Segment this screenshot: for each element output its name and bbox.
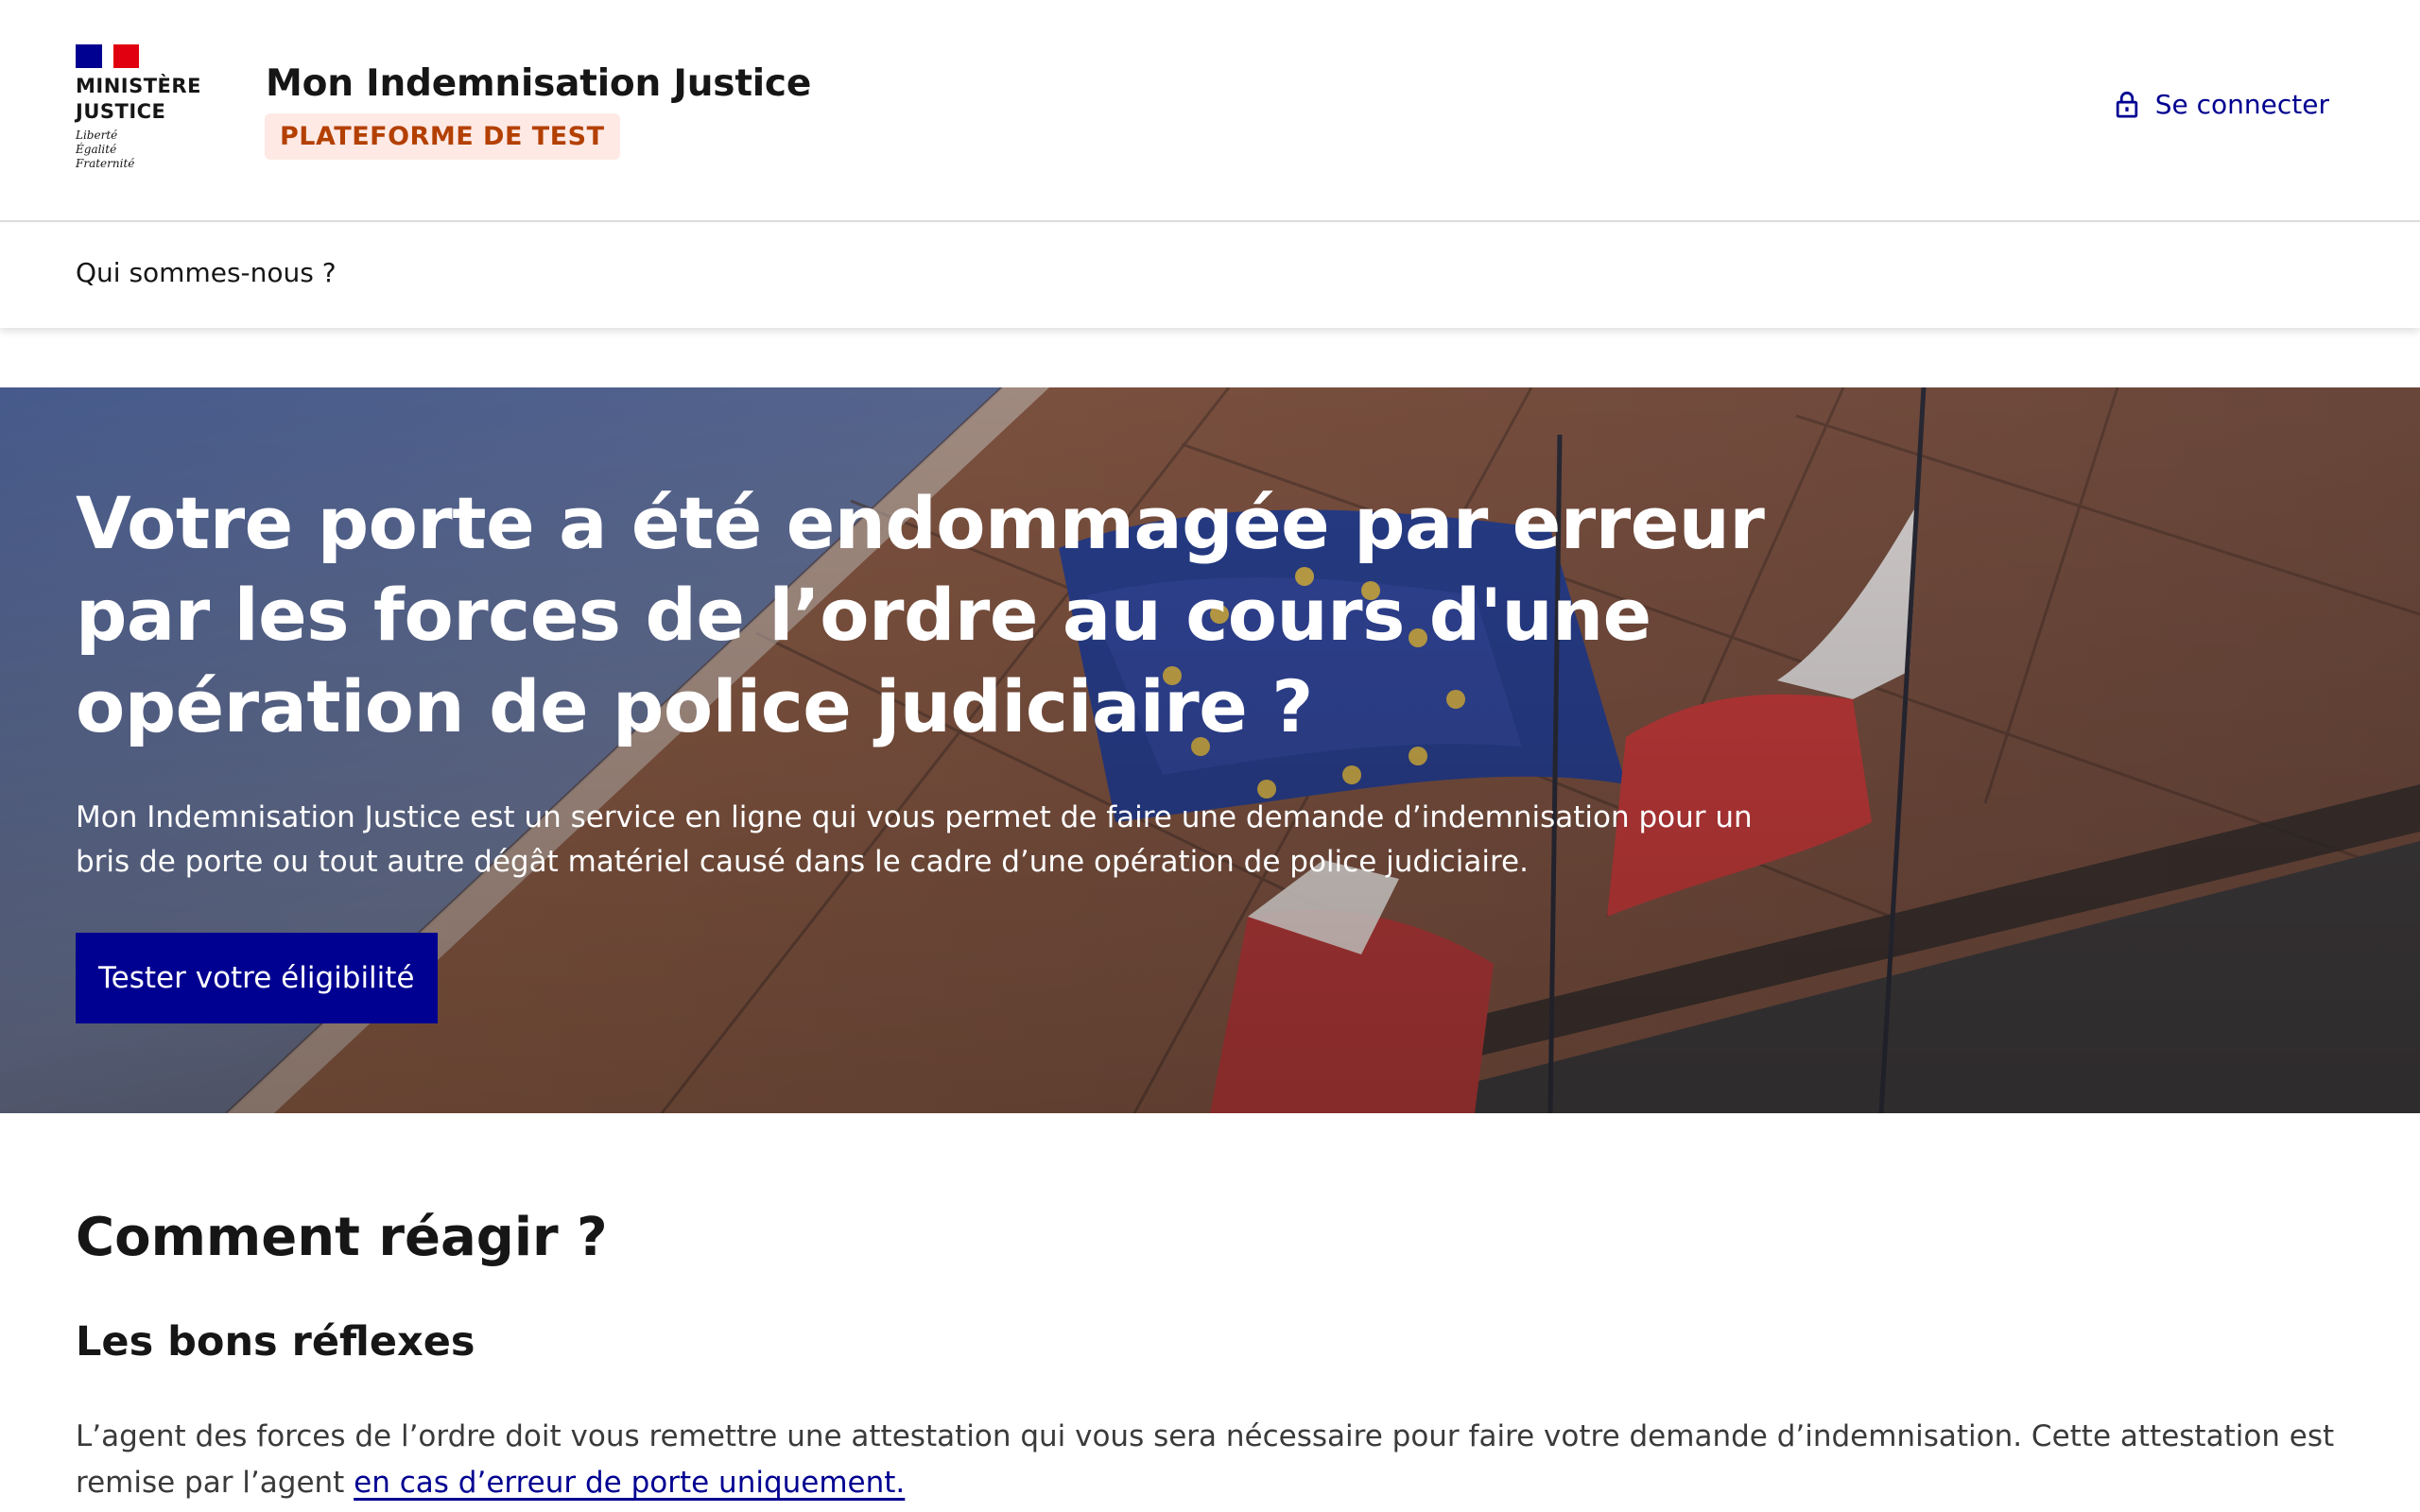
login-link[interactable]: Se connecter <box>2114 89 2329 120</box>
marianne-flag-icon <box>76 44 139 68</box>
nav-item-qui-sommes-nous[interactable]: Qui sommes-nous ? <box>76 254 337 292</box>
motto-fraternite: Fraternité <box>76 157 135 170</box>
ministry-logo[interactable]: MINISTÈRE JUSTICE Liberté Égalité Frater… <box>76 44 217 181</box>
reflexes-paragraph: L’agent des forces de l’ordre doit vous … <box>76 1414 2363 1506</box>
logo-motto: Liberté Égalité Fraternité <box>76 129 134 171</box>
service-title[interactable]: Mon Indemnisation Justice <box>266 62 811 105</box>
hero-banner: Votre porte a été endommagée par erreur … <box>0 387 2420 1113</box>
logo-line-1: MINISTÈRE <box>76 75 201 97</box>
hero-description: Mon Indemnisation Justice est un service… <box>76 800 1753 879</box>
hero-title: Votre porte a été endommagée par erreur … <box>76 481 1765 748</box>
logo-line-2: JUSTICE <box>76 100 166 123</box>
subsection-title-bons-reflexes: Les bons réflexes <box>76 1318 475 1366</box>
login-label: Se connecter <box>2154 89 2329 120</box>
test-platform-badge: PLATEFORME DE TEST <box>265 113 620 160</box>
site-header: MINISTÈRE JUSTICE Liberté Égalité Frater… <box>0 0 2420 222</box>
motto-liberte: Liberté <box>76 129 118 142</box>
lock-icon <box>2116 91 2137 117</box>
motto-egalite: Égalité <box>76 143 117 156</box>
section-title-comment-reagir: Comment réagir ? <box>76 1207 608 1268</box>
erreur-de-porte-link[interactable]: en cas d’erreur de porte uniquement. <box>354 1466 905 1500</box>
main-navigation: Qui sommes-nous ? <box>0 224 2420 328</box>
test-eligibility-button[interactable]: Tester votre éligibilité <box>76 933 438 1023</box>
